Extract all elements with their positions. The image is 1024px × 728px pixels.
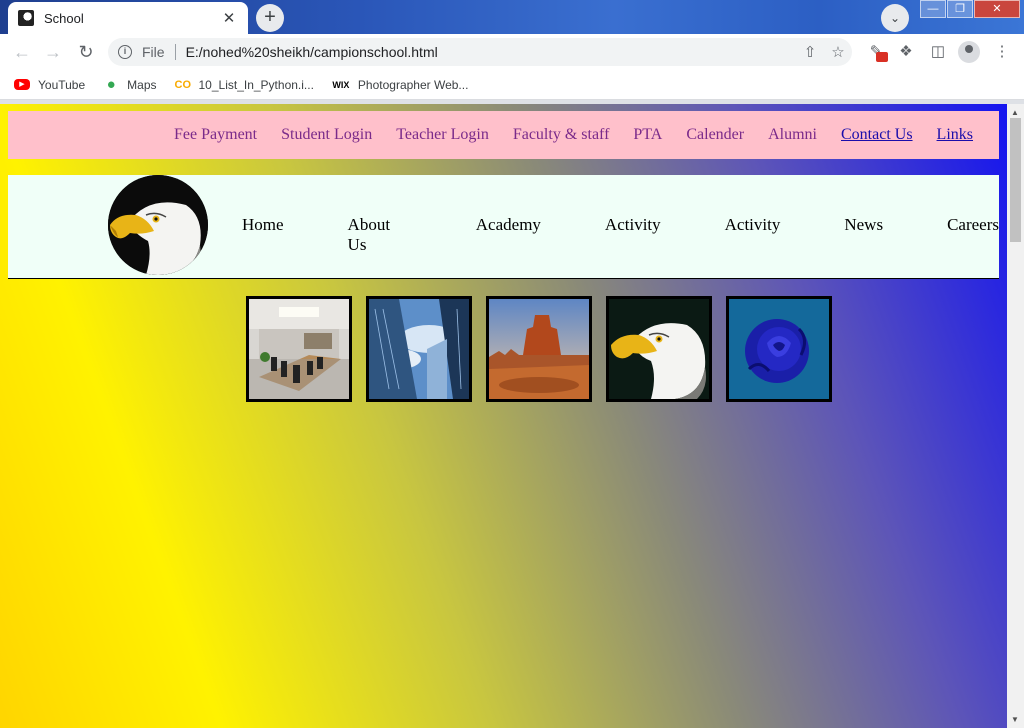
- colab-icon: CO: [174, 78, 192, 91]
- eagle-logo-icon: [108, 175, 208, 275]
- info-icon[interactable]: i: [118, 45, 132, 59]
- main-menu: Home About Us Academy Activity Activity …: [230, 215, 999, 255]
- address-bar[interactable]: i File E:/nohed%20sheikh/campionschool.h…: [108, 38, 852, 66]
- tab-close-icon[interactable]: ✕: [220, 9, 238, 27]
- menu-about-us[interactable]: About Us: [348, 215, 412, 255]
- menu-academy[interactable]: Academy: [476, 215, 541, 255]
- new-tab-button[interactable]: +: [256, 4, 284, 32]
- scroll-down-arrow-icon[interactable]: ▼: [1011, 715, 1019, 724]
- bookmark-label: YouTube: [38, 77, 86, 92]
- profile-avatar-icon[interactable]: [958, 41, 980, 63]
- school-logo-eagle[interactable]: [108, 175, 208, 275]
- tab-title: School: [44, 10, 84, 26]
- bookmark-label: Photographer Web...: [357, 77, 469, 92]
- top-link-faculty-staff[interactable]: Faculty & staff: [513, 126, 610, 144]
- restore-button[interactable]: ❐: [947, 0, 973, 18]
- eagle-image[interactable]: [606, 296, 712, 402]
- menu-careers[interactable]: Careers: [947, 215, 999, 255]
- close-window-button[interactable]: ✕: [974, 0, 1020, 18]
- top-link-calender[interactable]: Calender: [686, 126, 744, 144]
- desert-rock-image[interactable]: [486, 296, 592, 402]
- browser-tab[interactable]: School ✕: [8, 2, 248, 34]
- bookmark-youtube[interactable]: ▶ YouTube: [14, 78, 85, 92]
- page-viewport: Fee Payment Student Login Teacher Login …: [0, 104, 1007, 728]
- top-link-fee-payment[interactable]: Fee Payment: [174, 126, 257, 144]
- window-controls: — ❐ ✕: [919, 0, 1020, 18]
- extensions-puzzle-icon[interactable]: ❖: [894, 40, 918, 64]
- top-link-student-login[interactable]: Student Login: [281, 126, 372, 144]
- scroll-up-arrow-icon[interactable]: ▲: [1011, 108, 1019, 117]
- page-scrollbar[interactable]: ▲ ▼: [1007, 104, 1024, 728]
- top-link-links[interactable]: Links: [937, 126, 973, 144]
- top-utility-nav: Fee Payment Student Login Teacher Login …: [8, 111, 999, 159]
- menu-news[interactable]: News: [844, 215, 883, 255]
- top-link-teacher-login[interactable]: Teacher Login: [396, 126, 489, 144]
- bookmark-maps[interactable]: ● Maps: [103, 75, 157, 93]
- side-panel-icon[interactable]: ◫: [926, 40, 950, 64]
- wix-icon: WIX: [332, 79, 350, 90]
- reload-icon[interactable]: ↻: [74, 40, 98, 64]
- minimize-button[interactable]: —: [920, 0, 946, 18]
- menu-activity-2[interactable]: Activity: [725, 215, 781, 255]
- top-link-contact-us[interactable]: Contact Us: [841, 126, 913, 144]
- menu-activity[interactable]: Activity: [605, 215, 661, 255]
- url-text[interactable]: E:/nohed%20sheikh/campionschool.html: [186, 44, 796, 60]
- scroll-thumb[interactable]: [1010, 118, 1021, 242]
- browser-titlebar: School ✕ + ⌄ — ❐ ✕: [0, 0, 1024, 34]
- url-scheme: File: [142, 44, 165, 60]
- bookmark-label: 10_List_In_Python.i...: [198, 77, 314, 92]
- conference-room-image[interactable]: [246, 296, 352, 402]
- forward-arrow-icon[interactable]: →: [41, 40, 65, 64]
- top-link-alumni[interactable]: Alumni: [768, 126, 817, 144]
- maps-icon: ●: [106, 75, 116, 93]
- skyscrapers-image[interactable]: [366, 296, 472, 402]
- menu-kebab-icon[interactable]: ⋮: [990, 40, 1014, 64]
- extension-badge: [876, 52, 888, 62]
- tab-search-button[interactable]: ⌄: [881, 4, 909, 32]
- youtube-icon: ▶: [14, 79, 30, 90]
- bookmark-colab[interactable]: CO 10_List_In_Python.i...: [175, 77, 314, 93]
- url-separator: [174, 44, 176, 60]
- image-gallery: [246, 296, 846, 402]
- menu-home[interactable]: Home: [242, 215, 284, 255]
- bookmark-star-icon[interactable]: ☆: [824, 43, 852, 61]
- browser-toolbar: ← → ↻ i File E:/nohed%20sheikh/campionsc…: [0, 34, 1024, 70]
- eagle-favicon-icon: [18, 10, 34, 26]
- blue-rose-image[interactable]: [726, 296, 832, 402]
- top-link-pta[interactable]: PTA: [633, 126, 662, 144]
- bookmark-wix[interactable]: WIX Photographer Web...: [332, 77, 469, 93]
- main-nav: Home About Us Academy Activity Activity …: [8, 175, 999, 279]
- bookmark-label: Maps: [127, 77, 157, 92]
- bookmarks-bar: ▶ YouTube ● Maps CO 10_List_In_Python.i.…: [0, 70, 1024, 100]
- share-icon[interactable]: ⇧: [796, 43, 824, 61]
- back-arrow-icon[interactable]: ←: [10, 40, 34, 64]
